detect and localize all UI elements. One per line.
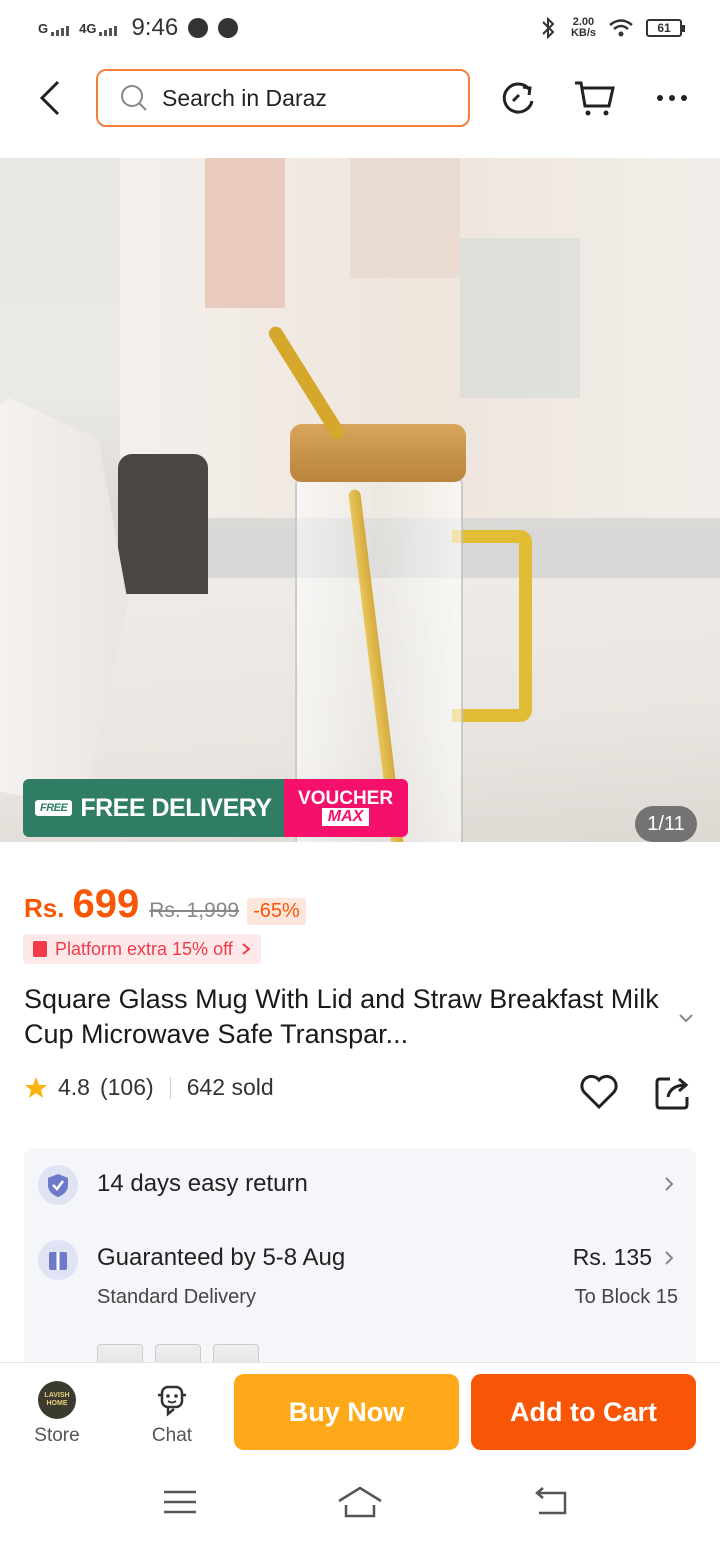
- wifi-icon: [609, 19, 633, 37]
- search-input[interactable]: Search in Daraz: [96, 69, 470, 127]
- delivery-price: Rs. 135: [572, 1244, 652, 1270]
- promo-banner: FREE FREE DELIVERY VOUCHER MAX: [23, 779, 408, 837]
- return-policy-text: 14 days easy return: [97, 1170, 308, 1197]
- signal-g-icon: G: [38, 20, 70, 36]
- chevron-right-icon: [665, 1177, 674, 1191]
- voucher-max-badge: VOUCHER MAX: [283, 779, 408, 837]
- signal-4g-icon: 4G: [79, 20, 118, 36]
- rating-value: 4.8: [58, 1074, 90, 1100]
- bottom-action-bar: LAVISH HOME Store Chat Buy Now Add to Ca…: [0, 1362, 720, 1460]
- rating-row[interactable]: 4.8 (106) 642 sold: [24, 1074, 274, 1101]
- mug-lid: [290, 424, 466, 482]
- star-icon: [25, 1076, 47, 1098]
- wall-art-3: [460, 238, 580, 398]
- search-icon: [121, 85, 147, 111]
- original-price: Rs. 1,999: [149, 899, 240, 922]
- status-left: G 4G 9:46: [38, 14, 239, 42]
- wishlist-button[interactable]: [577, 1070, 621, 1114]
- rating-count: (106): [99, 1074, 154, 1100]
- delivery-title: Guaranteed by 5-8 Aug: [97, 1244, 346, 1271]
- price-value: 699: [72, 882, 140, 926]
- voucher-line1: VOUCHER: [298, 788, 394, 809]
- chevron-down-icon: [679, 1014, 693, 1023]
- menu-nav-button[interactable]: [155, 1482, 205, 1522]
- chevron-right-icon: [665, 1251, 674, 1265]
- status-bar: G 4G 9:46 2.00 KB/s 61: [0, 0, 720, 56]
- history-button[interactable]: [496, 76, 540, 120]
- back-icon: [39, 80, 60, 116]
- product-title: Square Glass Mug With Lid and Straw Brea…: [24, 984, 659, 1049]
- back-nav-icon: [535, 1487, 567, 1515]
- image-counter: 1/11: [635, 806, 697, 842]
- platform-offer-text: Platform extra 15% off: [55, 938, 233, 959]
- product-image-carousel[interactable]: FREE FREE DELIVERY VOUCHER MAX 1/11: [0, 158, 720, 842]
- search-placeholder: Search in Daraz: [162, 84, 327, 111]
- voucher-icon: [33, 941, 47, 957]
- shield-check-icon: [38, 1165, 78, 1205]
- chat-button[interactable]: Chat: [132, 1381, 212, 1447]
- signal-g-label: G: [38, 20, 49, 36]
- add-to-cart-button[interactable]: Add to Cart: [471, 1374, 696, 1450]
- price-row: Rs. 699 Rs. 1,999 -65%: [24, 882, 306, 927]
- chair-back: [118, 454, 208, 594]
- delivery-type: Standard Delivery: [97, 1286, 256, 1308]
- return-policy-row[interactable]: 14 days easy return: [24, 1148, 696, 1220]
- menu-icon: [164, 1490, 196, 1514]
- expand-title-button[interactable]: [672, 1004, 700, 1032]
- status-right: 2.00 KB/s 61: [537, 16, 685, 40]
- chevron-right-icon: [242, 943, 251, 955]
- signal-4g-label: 4G: [79, 20, 97, 36]
- system-nav-bar: [0, 1460, 720, 1544]
- free-delivery-text: FREE DELIVERY: [80, 793, 272, 822]
- delivery-destination: To Block 15: [574, 1286, 678, 1308]
- share-icon: [655, 1077, 689, 1110]
- free-delivery-badge: FREE FREE DELIVERY: [23, 779, 284, 837]
- home-nav-button[interactable]: [335, 1482, 385, 1522]
- service-card: 14 days easy return Guaranteed by 5-8 Au…: [24, 1148, 696, 1388]
- wall-art-2: [350, 158, 460, 278]
- top-header: Search in Daraz: [0, 56, 720, 140]
- chat-icon: [158, 1385, 186, 1417]
- free-badge: FREE: [35, 800, 73, 816]
- status-time: 9:46: [131, 14, 179, 41]
- message-notification-icon: [218, 18, 239, 38]
- discount-badge: -65%: [247, 898, 306, 925]
- speed-unit: KB/s: [570, 27, 596, 39]
- shield-check-glyph: [48, 1174, 68, 1197]
- wall-art-1: [205, 158, 285, 308]
- bluetooth-icon: [542, 16, 555, 40]
- store-label: Store: [34, 1425, 80, 1446]
- more-button[interactable]: [650, 76, 694, 120]
- platform-offer[interactable]: Platform extra 15% off: [23, 934, 261, 964]
- heart-icon: [580, 1074, 618, 1110]
- delivery-row[interactable]: Guaranteed by 5-8 Aug Standard Delivery …: [24, 1228, 696, 1318]
- chat-label: Chat: [151, 1425, 193, 1446]
- store-logo-line1: LAVISH: [44, 1392, 70, 1399]
- sold-count: 642 sold: [186, 1074, 274, 1100]
- cart-button[interactable]: [572, 76, 616, 120]
- delivery-box-glyph: [49, 1252, 67, 1270]
- mug-handle: [452, 530, 532, 722]
- back-button[interactable]: [30, 74, 70, 122]
- home-icon: [338, 1486, 382, 1518]
- store-logo: LAVISH HOME: [38, 1381, 76, 1419]
- divider: [169, 1076, 171, 1099]
- price-currency: Rs.: [24, 893, 65, 923]
- cart-icon: [575, 81, 615, 116]
- more-icon: [657, 95, 687, 101]
- battery-level: 61: [657, 21, 671, 35]
- back-nav-button[interactable]: [524, 1482, 574, 1522]
- store-logo-line2: HOME: [46, 1400, 68, 1407]
- delivery-box-icon: [38, 1240, 78, 1280]
- buy-now-button[interactable]: Buy Now: [234, 1374, 459, 1450]
- battery-icon: 61: [646, 19, 685, 37]
- store-button[interactable]: LAVISH HOME Store: [17, 1381, 97, 1447]
- network-speed: 2.00 KB/s: [571, 17, 596, 39]
- share-button[interactable]: [651, 1070, 695, 1114]
- voucher-line2: MAX: [321, 808, 370, 826]
- history-icon: [502, 82, 534, 114]
- app-notification-icon: [188, 18, 209, 38]
